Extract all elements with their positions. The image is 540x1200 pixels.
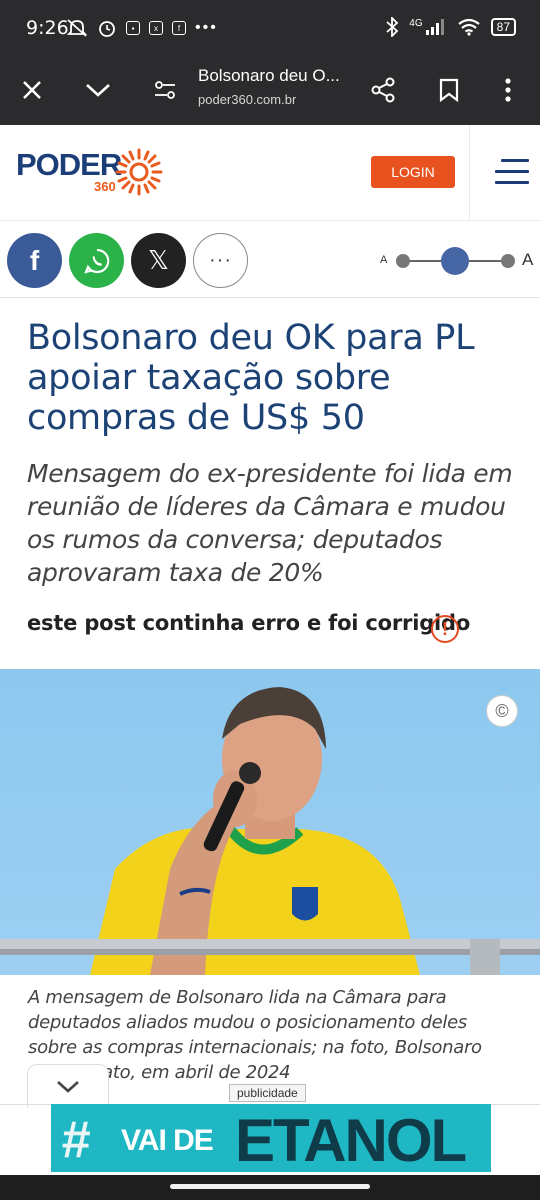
bookmark-icon: [439, 78, 459, 102]
warning-icon[interactable]: !: [431, 615, 459, 643]
system-icons: 4G 87: [385, 17, 516, 37]
x-app-icon: x: [149, 21, 163, 35]
login-button[interactable]: LOGIN: [371, 156, 455, 188]
article-photo[interactable]: [0, 669, 540, 975]
menu-divider: [469, 125, 470, 221]
site-settings-button[interactable]: [143, 68, 187, 112]
signal-icon: [425, 19, 444, 35]
article-subheadline: Mensagem do ex-presidente foi lida em re…: [27, 459, 513, 587]
ad-text-etanol: ETANOL: [235, 1107, 467, 1172]
facebook-share-button[interactable]: f: [7, 233, 62, 288]
close-tab-button[interactable]: [10, 68, 54, 112]
logo-sub: 360: [94, 179, 116, 194]
network-type: 4G: [409, 17, 423, 29]
alarm-icon: [99, 21, 115, 37]
whatsapp-icon: [83, 248, 109, 274]
more-horiz-icon: ···: [209, 249, 232, 271]
page-title: Bolsonaro deu O...: [198, 66, 340, 85]
photo-illustration: [0, 687, 540, 975]
browser-toolbar: Bolsonaro deu O... poder360.com.br: [0, 58, 540, 125]
ad-hash: #: [61, 1111, 90, 1169]
more-share-button[interactable]: ···: [193, 233, 248, 288]
minimize-button[interactable]: [76, 68, 120, 112]
font-size-stop[interactable]: [501, 254, 515, 268]
battery-indicator: 87: [490, 18, 516, 36]
status-bar: 9:26 ▪ x f ••• 4G 87: [0, 0, 540, 58]
font-size-stop[interactable]: [396, 254, 410, 268]
whatsapp-share-button[interactable]: [69, 233, 124, 288]
notification-icons: ▪ x f •••: [66, 18, 218, 38]
font-size-slider[interactable]: A A: [380, 247, 535, 275]
status-time: 9:26: [26, 17, 69, 39]
chevron-down-icon: [57, 1080, 79, 1093]
logo-text: PODER: [16, 147, 122, 182]
more-vert-icon: [505, 78, 511, 102]
facebook-icon: f: [29, 244, 40, 276]
home-gesture-handle[interactable]: [170, 1184, 370, 1189]
x-share-button[interactable]: 𝕏: [131, 233, 186, 288]
tune-icon: [155, 81, 175, 99]
bluetooth-icon: [386, 17, 399, 37]
collapse-ad-button[interactable]: [27, 1064, 109, 1108]
app-icon: ▪: [126, 21, 140, 35]
site-header: PODER 360 LOGIN: [0, 125, 540, 221]
ad-banner[interactable]: # VAI DE ETANOL: [51, 1104, 491, 1172]
facebook-app-icon: f: [172, 21, 186, 35]
correction-notice[interactable]: este post continha erro e foi corrigido: [27, 611, 470, 635]
font-size-small-label: A: [380, 254, 388, 266]
share-bar: f 𝕏 ··· A A: [0, 222, 540, 298]
share-icon: [371, 77, 395, 103]
page-url[interactable]: poder360.com.br: [198, 92, 296, 107]
font-size-knob[interactable]: [441, 247, 469, 275]
ad-text-vai-de: VAI DE: [121, 1124, 214, 1157]
share-button[interactable]: [361, 68, 405, 112]
chevron-down-icon: [86, 84, 110, 97]
overflow-menu-button[interactable]: [486, 68, 530, 112]
system-nav-bar: [0, 1175, 540, 1200]
ad-label: publicidade: [229, 1084, 306, 1102]
wifi-icon: [457, 18, 480, 36]
sun-logo-icon: [115, 148, 163, 196]
bookmark-button[interactable]: [427, 68, 471, 112]
mute-icon: [66, 19, 88, 37]
x-icon: 𝕏: [148, 245, 169, 275]
status-overflow: •••: [195, 19, 218, 36]
hamburger-menu-icon[interactable]: [495, 157, 529, 187]
close-icon: [23, 81, 41, 99]
copyright-icon[interactable]: ©: [486, 695, 518, 727]
article-headline: Bolsonaro deu OK para PL apoiar taxação …: [27, 318, 475, 438]
font-size-large-label: A: [522, 250, 534, 269]
